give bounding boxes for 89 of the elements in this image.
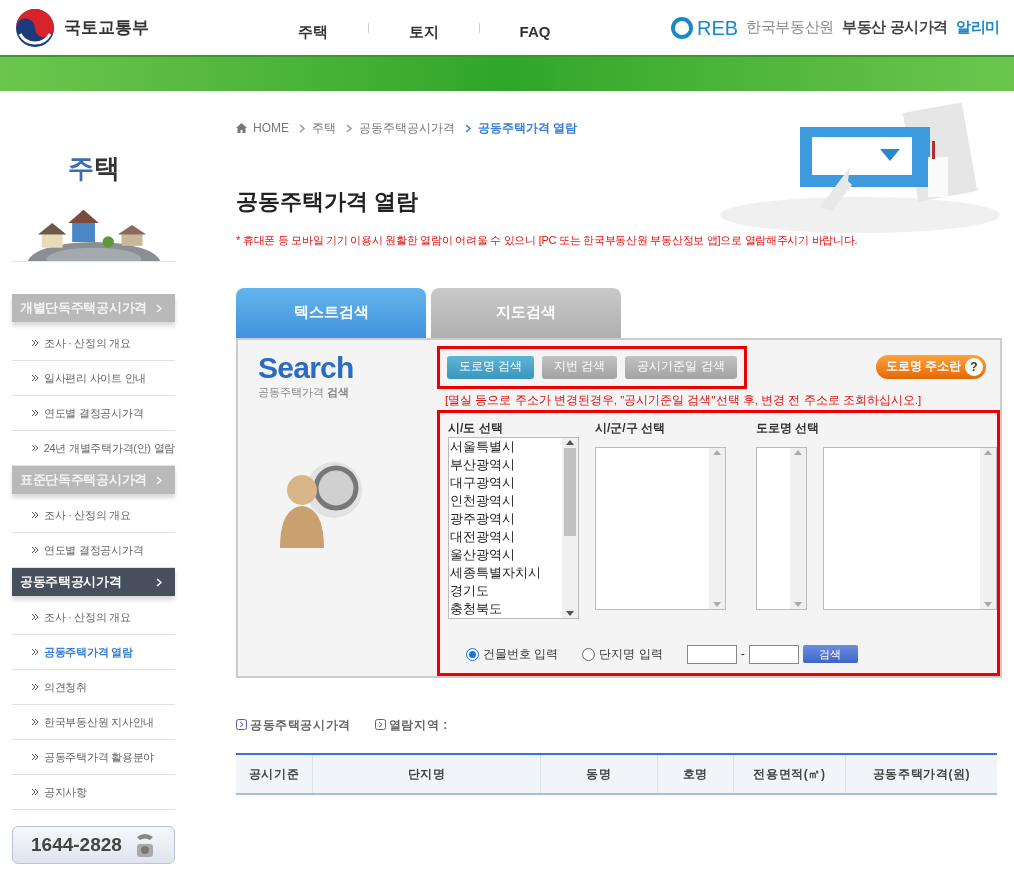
list-option[interactable]: 세종특별자치시 (450, 563, 562, 582)
double-chevron-icon (32, 684, 38, 690)
sidebar-item[interactable]: 일사편리 사이트 안내 (12, 361, 175, 396)
sidebar-item[interactable]: 한국부동산원 지사안내 (12, 705, 175, 740)
results-label: 열람지역 : (388, 716, 448, 734)
scroll-up-icon[interactable] (566, 439, 574, 445)
telephone-icon (134, 831, 156, 859)
list-option[interactable]: 충청북도 (450, 599, 562, 618)
sidebar-item[interactable]: 조사 · 산정의 개요 (12, 326, 175, 361)
column-header: 전용면적(㎡) (733, 754, 845, 793)
list-option[interactable]: 광주광역시 (450, 509, 562, 528)
list-option[interactable]: 인천광역시 (450, 491, 562, 510)
scrollbar[interactable] (562, 437, 578, 618)
brand-service: 부동산 공시가격 (841, 17, 949, 38)
breadcrumb-link[interactable]: HOME (253, 119, 289, 137)
double-chevron-icon (32, 375, 38, 381)
ministry-name: 국토교통부 (64, 16, 149, 39)
chevron-icon (346, 123, 353, 133)
double-chevron-icon (32, 614, 38, 620)
building-subnumber-field[interactable] (748, 644, 799, 664)
chevron-icon (156, 303, 163, 313)
phone-number: 1644-2828 (31, 832, 122, 857)
double-chevron-icon (32, 754, 38, 760)
breadcrumb-link[interactable]: 주택 (312, 119, 336, 137)
mobile-notice: * 휴대폰 등 모바일 기기 이용시 원활한 열람이 어려울 수 있으니 [PC 또는 한국부동산원 부동산정보 앱]으로 열람해주시기 바랍니다. (236, 233, 859, 248)
address-change-warning: [멸실 등으로 주소가 변경된경우, "공시기준일 검색"선택 후, 변경 전 주소로 조회하십시오.] (445, 392, 923, 408)
column-header: 호명 (657, 754, 733, 793)
chevron-icon (299, 123, 306, 133)
brand-org: 한국부동산원 (746, 17, 834, 38)
building-number-field[interactable] (686, 644, 737, 664)
column-header: 공시기준 (247, 765, 301, 783)
list-option[interactable]: 대구광역시 (450, 473, 562, 492)
chevron-icon (156, 475, 163, 485)
list-box[interactable]: 서울특별시 부산광역시 대구광역시 인천광역시 광주광역시 대전광역시 울산광역시 세종특별자치시 경기도 충청북도 (448, 436, 579, 619)
list-option[interactable]: 서울특별시 (450, 437, 562, 456)
double-chevron-icon (32, 445, 38, 451)
nav-link[interactable]: FAQ (480, 11, 590, 44)
chevron-icon (156, 577, 163, 587)
nav-link[interactable]: 주택 (258, 11, 368, 44)
sidebar-item[interactable]: 연도별 결정공시가격 (12, 396, 175, 431)
chevron-box-icon (236, 719, 247, 730)
brand-mark: REB (697, 15, 739, 41)
scroll-down-icon[interactable] (566, 610, 574, 616)
breadcrumb-link[interactable]: 공동주택공시가격 (359, 119, 455, 137)
results-label: 공동주택공시가격 (250, 716, 351, 734)
reb-logo-icon (671, 16, 694, 39)
list-option[interactable]: 경기도 (450, 581, 562, 600)
list-option[interactable]: 부산광역시 (450, 455, 562, 474)
sidebar-item[interactable]: 조사 · 산정의 개요 (12, 600, 175, 635)
list-box[interactable] (823, 446, 997, 610)
sidebar-item[interactable]: 공동주택가격 열람 (12, 635, 175, 670)
search-subtitle: 공동주택가격 검색 (258, 384, 351, 400)
road-label: 도로명 선택 (756, 419, 821, 437)
input-mode-radio[interactable]: 건물번호 입력 (466, 645, 559, 664)
double-chevron-icon (32, 719, 38, 725)
number-separator: - (740, 646, 745, 664)
sidebar-item[interactable]: 의견청취 (12, 670, 175, 705)
column-header: 동명 (540, 754, 657, 793)
road-address-help-button[interactable]: 도로명 주소란 ? (875, 355, 986, 379)
breadcrumb-link[interactable]: 공동주택가격 열람 (478, 119, 578, 137)
search-button[interactable]: 검색 (802, 645, 858, 664)
sidebar-item[interactable]: 공동주택가격 활용분야 (12, 740, 175, 775)
sido-label: 시/도 선택 (448, 419, 504, 437)
list-box[interactable] (756, 446, 807, 610)
list-option[interactable]: 대전광역시 (450, 527, 562, 546)
double-chevron-icon (32, 547, 38, 553)
double-chevron-icon (32, 410, 38, 416)
sidebar-item[interactable]: 공지사항 (12, 775, 175, 810)
search-logo: Search (258, 351, 355, 384)
page-title: 공동주택가격 열람 (236, 188, 420, 216)
double-chevron-icon (32, 649, 38, 655)
nav-link[interactable]: 토지 (369, 11, 479, 44)
double-chevron-icon (32, 340, 38, 346)
sidebar-section[interactable]: 공동주택공시가격 (12, 568, 175, 596)
column-header: 공동주택가격(원) (845, 754, 997, 793)
input-mode-radio[interactable]: 단지명 입력 (582, 645, 663, 664)
sidebar-title: 주택 (67, 152, 120, 185)
list-box[interactable] (595, 446, 726, 610)
list-option[interactable]: 울산광역시 (450, 545, 562, 564)
brand-highlight: 알리미 (956, 17, 1000, 38)
column-header: 단지명 (312, 754, 540, 793)
double-chevron-icon (32, 789, 38, 795)
home-icon (236, 123, 247, 133)
double-chevron-icon (32, 512, 38, 518)
taegeuk-logo-icon (14, 6, 56, 49)
chevron-icon (465, 123, 472, 133)
sidebar-item[interactable]: 조사 · 산정의 개요 (12, 498, 175, 533)
sigungu-label: 시/군/구 선택 (595, 419, 666, 437)
chevron-box-icon (374, 719, 386, 730)
